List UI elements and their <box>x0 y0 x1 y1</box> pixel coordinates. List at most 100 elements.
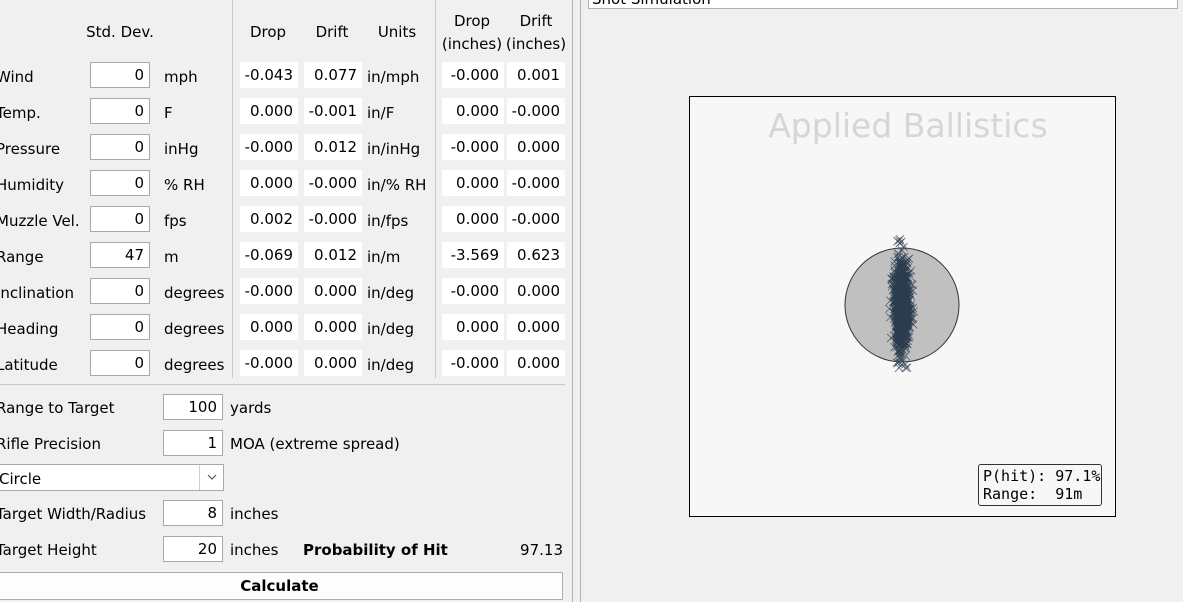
units-value: in/deg <box>367 320 414 338</box>
drift-inches-value: 0.623 <box>507 242 565 268</box>
target-shape-select[interactable]: Circle <box>0 464 224 491</box>
drop-inches-value: -3.569 <box>442 242 504 268</box>
std-dev-unit: degrees <box>164 284 225 302</box>
units-value: in/mph <box>367 68 420 86</box>
units-header: Units <box>377 23 417 41</box>
rifle-precision-label: Rifle Precision <box>0 435 101 453</box>
drop-value: 0.000 <box>240 314 298 340</box>
panel-splitter[interactable] <box>572 0 573 602</box>
drop-value: 0.000 <box>240 170 298 196</box>
std-dev-input[interactable]: 0 <box>90 314 150 340</box>
std-dev-input[interactable]: 0 <box>90 206 150 232</box>
std-dev-unit: mph <box>164 68 198 86</box>
column-divider <box>435 0 436 378</box>
units-value: in/inHg <box>367 140 421 158</box>
probability-of-hit-value: 97.13 <box>520 541 563 559</box>
drop-inches-subheader: (inches) <box>441 35 503 53</box>
drop-value: -0.043 <box>240 62 298 88</box>
target-width-unit: inches <box>230 505 279 523</box>
std-dev-unit: degrees <box>164 320 225 338</box>
dropdown-button[interactable] <box>199 465 223 490</box>
row-label: Latitude <box>0 356 58 374</box>
target-shape-value: Circle <box>0 470 42 488</box>
drop-value: -0.000 <box>240 278 298 304</box>
drift-inches-value: 0.000 <box>507 350 565 376</box>
drift-value: -0.001 <box>304 98 362 124</box>
std-dev-input[interactable]: 47 <box>90 242 150 268</box>
row-label: Range <box>0 248 44 266</box>
row-label: Humidity <box>0 176 65 194</box>
row-label: Inclination <box>0 284 74 302</box>
row-label: Wind <box>0 68 34 86</box>
drop-inches-value: -0.000 <box>442 62 504 88</box>
range-to-target-unit: yards <box>230 399 272 417</box>
units-value: in/deg <box>367 356 414 374</box>
drop-inches-value: 0.000 <box>442 170 504 196</box>
drift-inches-value: 0.000 <box>507 134 565 160</box>
units-value: in/m <box>367 248 401 266</box>
column-divider <box>232 0 233 378</box>
drop-inches-value: -0.000 <box>442 278 504 304</box>
watermark-text: Applied Ballistics <box>768 106 1048 145</box>
p-hit-text: P(hit): 97.1% <box>983 467 1101 485</box>
units-value: in/F <box>367 104 395 122</box>
drift-value: 0.000 <box>304 314 362 340</box>
drift-inches-subheader: (inches) <box>505 35 567 53</box>
std-dev-unit: inHg <box>164 140 199 158</box>
sim-range-text: Range: 91m <box>983 485 1083 503</box>
shot-simulation-plot: Applied Ballistics P(hit): 97.1% Range: … <box>689 96 1116 517</box>
std-dev-unit: fps <box>164 212 187 230</box>
rifle-precision-input[interactable]: 1 <box>163 430 223 456</box>
row-label: Temp. <box>0 104 41 122</box>
row-label: Pressure <box>0 140 61 158</box>
row-label: Heading <box>0 320 59 338</box>
drift-value: -0.000 <box>304 170 362 196</box>
drift-value: 0.012 <box>304 134 362 160</box>
drop-inches-header: Drop <box>453 12 491 30</box>
probability-of-hit-label: Probability of Hit <box>303 541 448 559</box>
drift-header: Drift <box>315 23 349 41</box>
drift-inches-value: -0.000 <box>507 206 565 232</box>
drop-inches-value: -0.000 <box>442 350 504 376</box>
drift-value: 0.000 <box>304 350 362 376</box>
std-dev-input[interactable]: 0 <box>90 62 150 88</box>
drift-inches-header: Drift <box>519 12 553 30</box>
drift-value: 0.012 <box>304 242 362 268</box>
std-dev-unit: % RH <box>164 176 205 194</box>
drop-inches-value: 0.000 <box>442 314 504 340</box>
drop-inches-value: 0.000 <box>442 206 504 232</box>
std-dev-input[interactable]: 0 <box>90 134 150 160</box>
drift-inches-value: 0.000 <box>507 314 565 340</box>
target-height-input[interactable]: 20 <box>163 536 223 562</box>
std-dev-header: Std. Dev. <box>86 23 154 41</box>
std-dev-input[interactable]: 0 <box>90 350 150 376</box>
target-width-input[interactable]: 8 <box>163 500 223 526</box>
range-to-target-input[interactable]: 100 <box>163 394 223 420</box>
drop-value: -0.000 <box>240 350 298 376</box>
rifle-precision-unit: MOA (extreme spread) <box>230 435 400 453</box>
calculate-button[interactable]: Calculate <box>0 572 563 600</box>
drift-value: 0.000 <box>304 278 362 304</box>
drift-inches-value: 0.000 <box>507 278 565 304</box>
drop-inches-value: 0.000 <box>442 98 504 124</box>
std-dev-unit: F <box>164 104 173 122</box>
target-width-label: Target Width/Radius <box>0 505 147 523</box>
std-dev-input[interactable]: 0 <box>90 170 150 196</box>
row-label: Muzzle Vel. <box>0 212 80 230</box>
panel-splitter-edge <box>580 0 581 602</box>
drop-value: 0.000 <box>240 98 298 124</box>
drop-inches-value: -0.000 <box>442 134 504 160</box>
drift-value: -0.000 <box>304 206 362 232</box>
std-dev-input[interactable]: 0 <box>90 278 150 304</box>
section-divider <box>0 384 565 385</box>
std-dev-input[interactable]: 0 <box>90 98 150 124</box>
drift-inches-value: -0.000 <box>507 170 565 196</box>
drop-value: 0.002 <box>240 206 298 232</box>
units-value: in/fps <box>367 212 409 230</box>
std-dev-unit: m <box>164 248 179 266</box>
target-height-unit: inches <box>230 541 279 559</box>
drop-header: Drop <box>249 23 287 41</box>
hit-stats-box: P(hit): 97.1% Range: 91m <box>978 464 1102 506</box>
units-value: in/% RH <box>367 176 427 194</box>
simulation-title: Shot Simulation <box>592 0 711 8</box>
